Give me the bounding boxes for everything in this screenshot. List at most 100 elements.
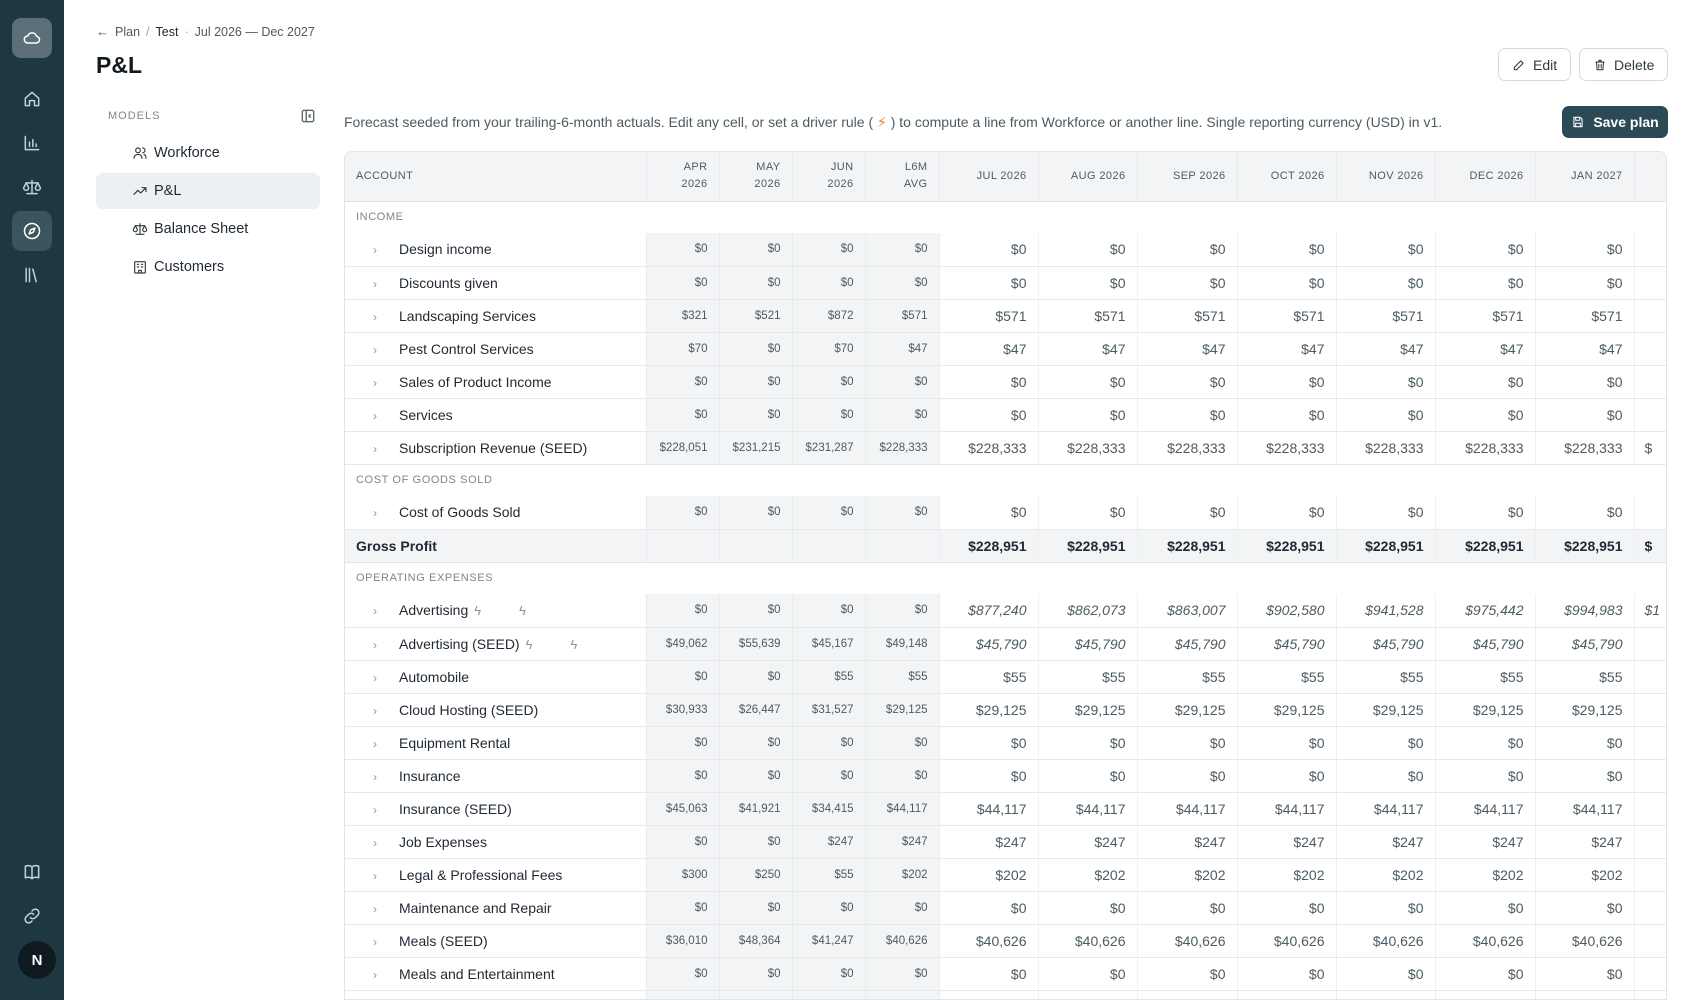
forecast-cell[interactable]: $44,117: [1038, 792, 1138, 826]
forecast-cell[interactable]: $47: [1137, 332, 1238, 366]
forecast-cell[interactable]: $0: [1137, 496, 1238, 530]
forecast-cell[interactable]: $247: [1435, 825, 1536, 859]
forecast-cell[interactable]: [1634, 924, 1666, 958]
chevron-right-icon[interactable]: ›: [373, 638, 399, 652]
table-row[interactable]: › Design income $0 $0 $0 $0 $0 $0 $0 $0 $0 $0 $0: [345, 233, 1666, 267]
table-row[interactable]: › Equipment Rental $0 $0 $0 $0 $0 $0 $0 $0 $0 $0 $0: [345, 726, 1666, 760]
forecast-cell[interactable]: $202: [1237, 858, 1337, 892]
forecast-cell[interactable]: $0: [939, 726, 1039, 760]
forecast-cell[interactable]: $0: [1435, 365, 1536, 399]
forecast-cell[interactable]: $0: [1535, 496, 1635, 530]
table-row[interactable]: › Meals (SEED) $36,010 $48,364 $41,247 $40,62…: [345, 924, 1666, 958]
forecast-cell[interactable]: $0: [1336, 891, 1436, 925]
chevron-right-icon[interactable]: ›: [373, 442, 399, 456]
account-cell[interactable]: › Job Expenses: [345, 825, 647, 859]
breadcrumb-plan-link[interactable]: Plan: [115, 25, 140, 39]
forecast-cell[interactable]: $0: [1435, 957, 1536, 991]
chevron-right-icon[interactable]: ›: [373, 310, 399, 324]
forecast-cell[interactable]: $0: [1237, 990, 1337, 999]
forecast-cell[interactable]: $0: [1336, 496, 1436, 530]
pl-table-container[interactable]: ACCOUNT APR 2026 MAY 2026 JUN 2026 L6M AVG JUL 20…: [344, 151, 1667, 1000]
forecast-cell[interactable]: $0: [1435, 266, 1536, 300]
forecast-cell[interactable]: $55: [1038, 660, 1138, 694]
save-plan-button[interactable]: Save plan: [1562, 106, 1668, 138]
forecast-cell[interactable]: $55: [1535, 660, 1635, 694]
forecast-cell[interactable]: $55: [1237, 660, 1337, 694]
forecast-cell[interactable]: $47: [939, 332, 1039, 366]
table-row[interactable]: › Automobile $0 $0 $55 $55 $55 $55 $55 $55 $55 $55 $…: [345, 660, 1666, 694]
chevron-right-icon[interactable]: ›: [373, 343, 399, 357]
account-cell[interactable]: › Discounts given: [345, 266, 647, 300]
table-row[interactable]: › Pest Control Services $70 $0 $70 $47 $47 $47 $…: [345, 332, 1666, 366]
table-row[interactable]: › Advertising (SEED) ϟ ϟ $49,062 $55,639 $45,1…: [345, 627, 1666, 661]
chevron-right-icon[interactable]: ›: [373, 803, 399, 817]
table-row[interactable]: › Services $0 $0 $0 $0 $0 $0 $0 $0 $0 $0 $0: [345, 398, 1666, 432]
account-cell[interactable]: › Equipment Rental: [345, 726, 647, 760]
table-row[interactable]: › Insurance $0 $0 $0 $0 $0 $0 $0 $0 $0 $0 $0: [345, 759, 1666, 793]
forecast-cell[interactable]: $55: [1435, 660, 1536, 694]
forecast-cell[interactable]: $0: [1237, 398, 1337, 432]
forecast-cell[interactable]: [1634, 627, 1666, 661]
table-row[interactable]: › Meals and Entertainment $0 $0 $0 $0 $0 $0 $0 $0…: [345, 957, 1666, 991]
forecast-cell[interactable]: [1634, 660, 1666, 694]
forecast-cell[interactable]: $55: [1137, 660, 1238, 694]
forecast-cell[interactable]: $571: [1038, 299, 1138, 333]
forecast-cell[interactable]: $0: [1137, 957, 1238, 991]
account-cell[interactable]: › Insurance: [345, 759, 647, 793]
home-icon[interactable]: [12, 79, 52, 119]
chevron-right-icon[interactable]: ›: [373, 243, 399, 257]
forecast-cell[interactable]: $0: [939, 759, 1039, 793]
forecast-cell[interactable]: $47: [1336, 332, 1436, 366]
forecast-cell[interactable]: $0: [1038, 759, 1138, 793]
back-arrow-icon[interactable]: ←: [96, 24, 109, 39]
forecast-cell[interactable]: $45,790: [939, 627, 1039, 661]
library-icon[interactable]: [12, 255, 52, 295]
forecast-cell[interactable]: [1634, 233, 1666, 267]
forecast-cell[interactable]: [1634, 858, 1666, 892]
forecast-cell[interactable]: $0: [939, 365, 1039, 399]
forecast-cell[interactable]: $571: [939, 299, 1039, 333]
table-row[interactable]: › Maintenance and Repair $0 $0 $0 $0 $0 $0 $0 $0 $…: [345, 891, 1666, 925]
forecast-cell[interactable]: $0: [1237, 891, 1337, 925]
forecast-cell[interactable]: $29,125: [1137, 693, 1238, 727]
forecast-cell[interactable]: $0: [1038, 266, 1138, 300]
forecast-cell[interactable]: $: [1634, 431, 1666, 465]
forecast-cell[interactable]: $202: [939, 858, 1039, 892]
forecast-cell[interactable]: $202: [1535, 858, 1635, 892]
forecast-cell[interactable]: $0: [1435, 990, 1536, 999]
forecast-cell[interactable]: $29,125: [1237, 693, 1337, 727]
forecast-cell[interactable]: [1634, 726, 1666, 760]
forecast-cell[interactable]: $44,117: [1137, 792, 1238, 826]
forecast-cell[interactable]: $0: [939, 957, 1039, 991]
table-row[interactable]: › Sales of Product Income $0 $0 $0 $0 $0 $0 $0 $0…: [345, 365, 1666, 399]
forecast-cell[interactable]: $0: [1237, 726, 1337, 760]
forecast-cell[interactable]: $0: [1535, 266, 1635, 300]
forecast-cell[interactable]: $0: [1237, 365, 1337, 399]
forecast-cell[interactable]: $0: [939, 891, 1039, 925]
forecast-cell[interactable]: [1634, 365, 1666, 399]
forecast-cell[interactable]: $571: [1435, 299, 1536, 333]
chevron-right-icon[interactable]: ›: [373, 704, 399, 718]
chevron-right-icon[interactable]: ›: [373, 737, 399, 751]
account-cell[interactable]: › Automobile: [345, 660, 647, 694]
driver-bolt-icon[interactable]: ϟ: [526, 637, 533, 652]
forecast-cell[interactable]: $0: [1535, 398, 1635, 432]
forecast-cell[interactable]: $0: [1435, 759, 1536, 793]
forecast-cell[interactable]: $0: [1237, 233, 1337, 267]
account-cell[interactable]: › Cloud Hosting (SEED): [345, 693, 647, 727]
forecast-cell[interactable]: $0: [1336, 990, 1436, 999]
forecast-cell[interactable]: $975,442: [1435, 594, 1536, 628]
account-cell[interactable]: › Cost of Goods Sold: [345, 496, 647, 530]
forecast-cell[interactable]: $45,790: [1435, 627, 1536, 661]
forecast-cell[interactable]: $0: [1237, 496, 1337, 530]
forecast-cell[interactable]: $202: [1435, 858, 1536, 892]
table-row[interactable]: › Cost of Goods Sold $0 $0 $0 $0 $0 $0 $0 $0 $0 $0 $…: [345, 496, 1666, 530]
forecast-cell[interactable]: $55: [1336, 660, 1436, 694]
table-row[interactable]: › Landscaping Services $321 $521 $872 $571 $57…: [345, 299, 1666, 333]
forecast-cell[interactable]: $228,333: [1038, 431, 1138, 465]
forecast-cell[interactable]: $247: [1535, 825, 1635, 859]
forecast-cell[interactable]: $44,117: [1336, 792, 1436, 826]
forecast-cell[interactable]: $44,117: [939, 792, 1039, 826]
forecast-cell[interactable]: [1634, 792, 1666, 826]
forecast-cell[interactable]: [1634, 825, 1666, 859]
